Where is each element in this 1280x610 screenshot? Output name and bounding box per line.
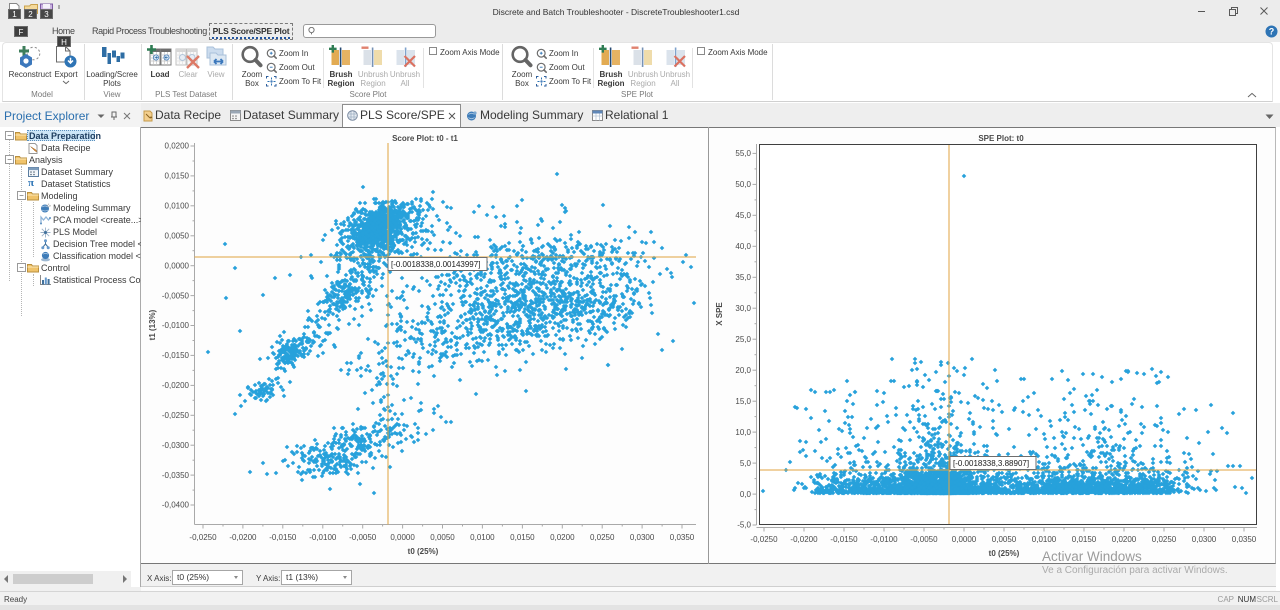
svg-text:0,0050: 0,0050 [165,232,190,241]
svg-text:0,0200: 0,0200 [550,533,575,542]
svg-text:5,0: 5,0 [740,459,752,468]
svg-text:[-0.0018338,0.00143997]: [-0.0018338,0.00143997] [391,260,480,269]
svg-text:-0,0250: -0,0250 [189,533,217,542]
svg-text:10,0: 10,0 [735,428,751,437]
svg-text:0,0100: 0,0100 [470,533,495,542]
svg-text:-0,0350: -0,0350 [162,471,190,480]
svg-text:t0 (25%): t0 (25%) [408,547,439,556]
svg-text:-0,0100: -0,0100 [870,535,898,544]
svg-text:0,0150: 0,0150 [510,533,535,542]
svg-text:20,0: 20,0 [735,366,751,375]
svg-text:-0,0250: -0,0250 [750,535,778,544]
svg-text:0,0250: 0,0250 [590,533,615,542]
svg-text:0,0000: 0,0000 [952,535,977,544]
svg-text:0,0200: 0,0200 [165,142,190,151]
svg-text:0,0250: 0,0250 [1152,535,1177,544]
svg-text:15,0: 15,0 [735,397,751,406]
svg-text:0,0000: 0,0000 [390,533,415,542]
svg-text:X SPE: X SPE [715,302,724,326]
svg-text:0,0200: 0,0200 [1112,535,1137,544]
svg-text:25,0: 25,0 [735,335,751,344]
svg-text:-0,0050: -0,0050 [349,533,377,542]
svg-text:0,0100: 0,0100 [165,202,190,211]
svg-text:0,0050: 0,0050 [430,533,455,542]
svg-text:0,0150: 0,0150 [1072,535,1097,544]
svg-text:-0,0100: -0,0100 [162,321,190,330]
svg-text:-0,0150: -0,0150 [830,535,858,544]
svg-text:-0,0400: -0,0400 [162,501,190,510]
svg-text:40,0: 40,0 [735,242,751,251]
svg-text:-0,0150: -0,0150 [162,351,190,360]
svg-text:0,0300: 0,0300 [630,533,655,542]
svg-text:SPE Plot: t0: SPE Plot: t0 [978,134,1024,143]
svg-text:-5,0: -5,0 [737,521,751,530]
svg-text:45,0: 45,0 [735,211,751,220]
svg-text:0,0100: 0,0100 [1032,535,1057,544]
svg-text:-0,0200: -0,0200 [162,381,190,390]
svg-text:-0,0050: -0,0050 [910,535,938,544]
svg-text:t0 (25%): t0 (25%) [989,549,1020,558]
svg-text:-0,0050: -0,0050 [162,291,190,300]
svg-text:-0,0200: -0,0200 [790,535,818,544]
svg-text:0,0000: 0,0000 [165,261,190,270]
svg-text:Score Plot: t0 - t1: Score Plot: t0 - t1 [392,134,458,143]
svg-text:55,0: 55,0 [735,149,751,158]
svg-text:-0,0100: -0,0100 [309,533,337,542]
svg-text:35,0: 35,0 [735,273,751,282]
svg-text:0,0300: 0,0300 [1192,535,1217,544]
svg-text:0,0350: 0,0350 [1232,535,1257,544]
svg-text:0,0: 0,0 [740,490,752,499]
svg-text:-0,0150: -0,0150 [269,533,297,542]
svg-text:50,0: 50,0 [735,180,751,189]
svg-text:-0,0200: -0,0200 [229,533,257,542]
svg-text:30,0: 30,0 [735,304,751,313]
svg-text:0,0150: 0,0150 [165,172,190,181]
svg-text:-0,0250: -0,0250 [162,411,190,420]
svg-text:[-0.0018338,3.88907]: [-0.0018338,3.88907] [953,459,1029,468]
svg-text:-0,0300: -0,0300 [162,441,190,450]
svg-text:t1 (13%): t1 (13%) [148,309,157,340]
svg-text:0,0050: 0,0050 [992,535,1017,544]
svg-text:0,0350: 0,0350 [670,533,695,542]
